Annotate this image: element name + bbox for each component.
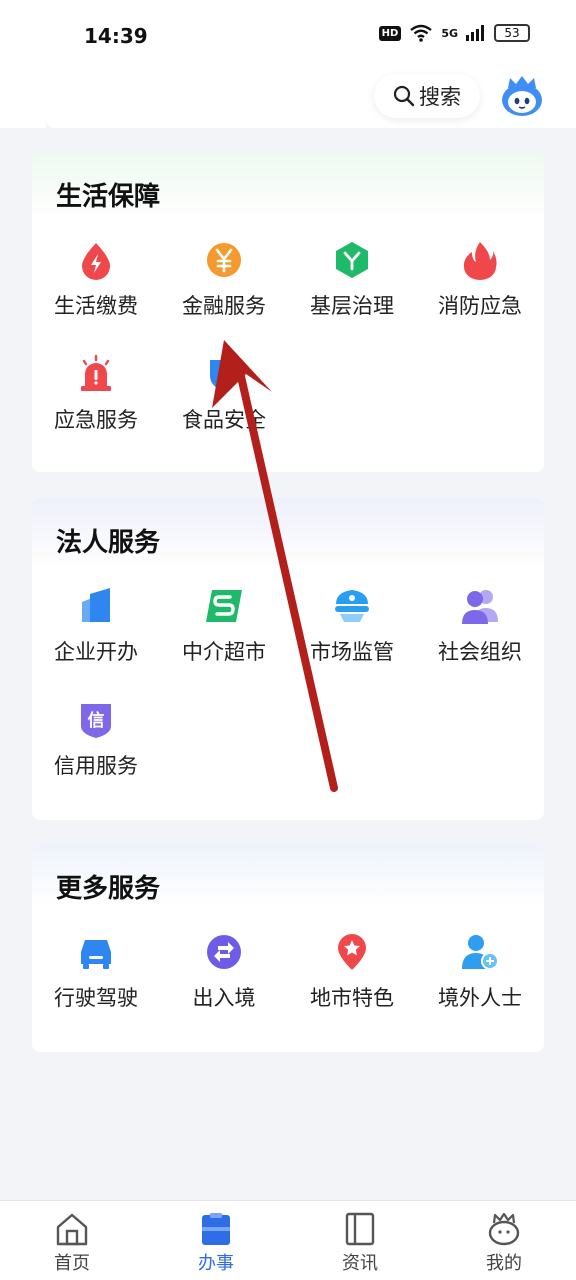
service-label: 行驶驾驶 xyxy=(54,986,138,1010)
wifi-icon xyxy=(410,24,433,42)
service-item-life-payment[interactable]: 生活缴费 xyxy=(32,240,160,324)
service-item-credit[interactable]: 信 信用服务 xyxy=(32,700,160,784)
credit-badge-icon: 信 xyxy=(81,704,111,738)
flame-icon xyxy=(463,242,497,280)
service-label: 地市特色 xyxy=(310,986,394,1010)
network-type: 5G xyxy=(441,26,458,40)
building-icon xyxy=(82,588,110,622)
service-label: 市场监管 xyxy=(310,640,394,664)
news-book-icon xyxy=(345,1212,375,1246)
battery-indicator: 53 xyxy=(494,24,530,42)
service-item-social-organization[interactable]: 社会组织 xyxy=(416,586,544,670)
service-grid: 企业开办 中介超市 市场监管 社会组织 信 信用服务 xyxy=(32,586,544,784)
service-label: 信用服务 xyxy=(54,754,138,778)
nav-label: 资讯 xyxy=(342,1253,378,1274)
nav-label: 首页 xyxy=(54,1253,90,1274)
section-title: 生活保障 xyxy=(56,182,161,212)
bottom-nav: 首页 办事 资讯 我的 xyxy=(0,1200,576,1280)
service-label: 境外人士 xyxy=(438,986,522,1010)
alarm-siren-icon xyxy=(81,354,111,391)
service-item-grassroots[interactable]: 基层治理 xyxy=(288,240,416,324)
section-life-security: 生活保障 生活缴费 金融服务 基层治理 消防应急 应急服务 S 食品安全 xyxy=(32,152,544,472)
people-icon xyxy=(462,590,498,624)
hd-badge: HD xyxy=(378,25,402,41)
search-icon xyxy=(393,85,415,107)
top-header: 搜索 xyxy=(0,68,576,128)
status-bar: 14:39 HD 5G 53 xyxy=(0,0,576,68)
foreign-person-icon xyxy=(462,935,499,970)
service-label: 应急服务 xyxy=(54,408,138,432)
search-button[interactable]: 搜索 xyxy=(374,74,480,118)
service-label: 基层治理 xyxy=(310,294,394,318)
hexagon-icon xyxy=(336,242,368,278)
service-item-business-startup[interactable]: 企业开办 xyxy=(32,586,160,670)
service-item-market-supervision[interactable]: 市场监管 xyxy=(288,586,416,670)
section-title: 法人服务 xyxy=(56,528,161,558)
service-label: 消防应急 xyxy=(438,294,522,318)
nav-tab-news[interactable]: 资讯 xyxy=(288,1201,432,1280)
car-icon xyxy=(81,940,111,969)
nav-tab-mine[interactable]: 我的 xyxy=(432,1201,576,1280)
service-label: 金融服务 xyxy=(182,294,266,318)
nav-label: 办事 xyxy=(198,1253,234,1274)
search-label: 搜索 xyxy=(419,85,461,109)
home-icon xyxy=(56,1213,88,1246)
status-icons: HD 5G 53 xyxy=(378,24,530,42)
service-label: 中介超市 xyxy=(182,640,266,664)
service-item-emergency[interactable]: 应急服务 xyxy=(32,354,160,438)
service-item-exit-entry[interactable]: 出入境 xyxy=(160,932,288,1016)
header-bar xyxy=(46,68,576,128)
svg-text:信: 信 xyxy=(88,710,105,731)
section-more-services: 更多服务 行驶驾驶 出入境 地市特色 境外人士 xyxy=(32,844,544,1052)
service-label: 食品安全 xyxy=(182,408,266,432)
service-item-driving[interactable]: 行驶驾驶 xyxy=(32,932,160,1016)
service-label: 社会组织 xyxy=(438,640,522,664)
service-grid: 行驶驾驶 出入境 地市特色 境外人士 xyxy=(32,932,544,1016)
briefcase-icon xyxy=(202,1213,230,1245)
service-item-local-features[interactable]: 地市特色 xyxy=(288,932,416,1016)
service-label: 生活缴费 xyxy=(54,294,138,318)
status-time: 14:39 xyxy=(84,24,148,48)
service-item-food-safety[interactable]: S 食品安全 xyxy=(160,354,288,438)
exit-entry-icon xyxy=(207,935,241,969)
section-title: 更多服务 xyxy=(56,874,161,904)
service-item-finance[interactable]: 金融服务 xyxy=(160,240,288,324)
nav-tab-home[interactable]: 首页 xyxy=(0,1201,144,1280)
mascot-avatar-icon[interactable] xyxy=(498,72,546,120)
officer-cap-icon xyxy=(335,590,369,622)
service-item-foreigners[interactable]: 境外人士 xyxy=(416,932,544,1016)
flash-drop-icon xyxy=(82,243,110,280)
service-item-fire[interactable]: 消防应急 xyxy=(416,240,544,324)
service-item-agency-market[interactable]: 中介超市 xyxy=(160,586,288,670)
nav-label: 我的 xyxy=(486,1253,522,1274)
service-label: 企业开办 xyxy=(54,640,138,664)
yen-coin-icon xyxy=(207,243,241,277)
service-grid: 生活缴费 金融服务 基层治理 消防应急 应急服务 S 食品安全 xyxy=(32,240,544,438)
nav-tab-services[interactable]: 办事 xyxy=(144,1201,288,1280)
location-star-icon xyxy=(338,934,366,970)
profile-mascot-icon xyxy=(488,1212,520,1246)
section-legal-person-services: 法人服务 企业开办 中介超市 市场监管 社会组织 信 信用服务 xyxy=(32,498,544,820)
svg-text:S: S xyxy=(218,366,230,385)
agency-s-icon xyxy=(206,590,242,622)
signal-bars-icon xyxy=(466,25,484,41)
service-label: 出入境 xyxy=(192,986,256,1010)
food-shield-icon: S xyxy=(210,360,238,392)
header-left-area xyxy=(0,68,46,128)
